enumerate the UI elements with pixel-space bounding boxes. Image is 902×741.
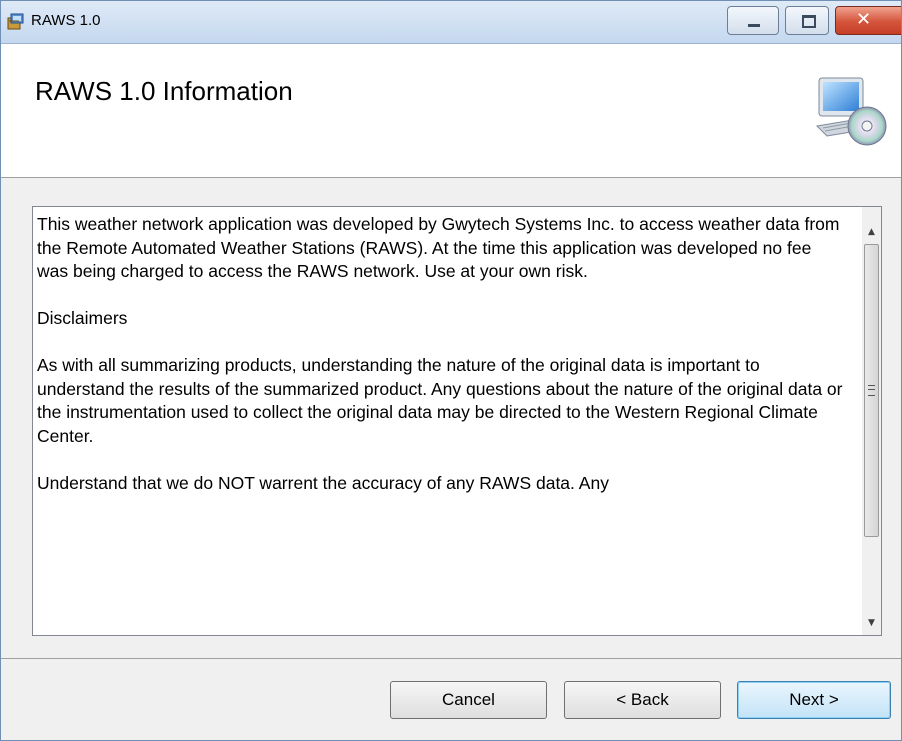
info-paragraph-2: Disclaimers [37, 308, 128, 328]
maximize-icon [802, 15, 816, 28]
computer-cd-icon [815, 77, 887, 146]
scroll-grip-icon [868, 385, 875, 396]
minimize-button[interactable] [727, 6, 779, 35]
info-paragraph-4: Understand that we do NOT warrent the ac… [37, 472, 609, 493]
next-button[interactable]: Next > [737, 681, 891, 719]
maximize-button[interactable] [785, 6, 829, 35]
back-button[interactable]: < Back [564, 681, 721, 719]
close-icon: ✕ [856, 9, 872, 30]
cancel-button[interactable]: Cancel [390, 681, 547, 719]
information-text-box[interactable]: This weather network application was dev… [32, 206, 865, 636]
footer-divider [1, 658, 901, 659]
vertical-scrollbar[interactable]: ▲ ▼ [862, 206, 882, 636]
minimize-icon [748, 24, 760, 27]
title-bar[interactable]: RAWS 1.0 ✕ [1, 1, 901, 44]
page-title: RAWS 1.0 Information [35, 76, 293, 106]
wizard-header: RAWS 1.0 Information [1, 44, 901, 178]
installer-window: RAWS 1.0 ✕ RAWS 1.0 Information This wea… [0, 0, 902, 741]
window-title: RAWS 1.0 [31, 12, 101, 29]
scroll-up-arrow-icon[interactable]: ▲ [862, 221, 881, 243]
info-paragraph-3: As with all summarizing products, unders… [37, 355, 843, 446]
close-button[interactable]: ✕ [835, 6, 901, 35]
installer-app-icon [7, 13, 24, 30]
scroll-thumb[interactable] [864, 244, 879, 537]
info-paragraph-1: This weather network application was dev… [37, 214, 840, 281]
scroll-down-arrow-icon[interactable]: ▼ [862, 612, 881, 634]
information-text: This weather network application was dev… [37, 213, 847, 519]
